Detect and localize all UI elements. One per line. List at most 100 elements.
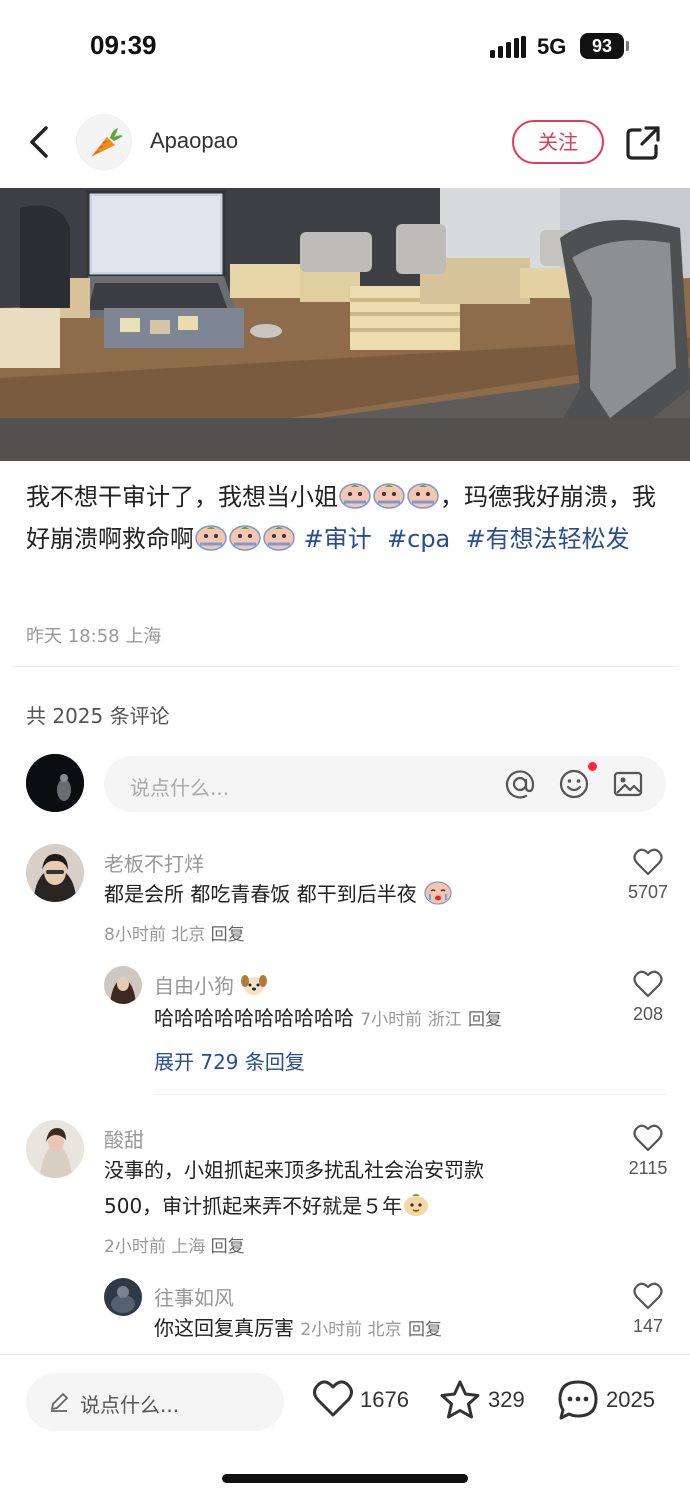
comment-body-line: 500，审计抓起来弄不好就是５年 (104, 1188, 484, 1224)
hashtag-link[interactable]: 轻松发 (558, 525, 630, 553)
my-avatar[interactable] (26, 754, 84, 812)
post-photo[interactable] (0, 188, 690, 461)
dog-face-icon (241, 975, 268, 995)
comment-input[interactable]: 说点什么... (104, 756, 666, 812)
divider (12, 666, 678, 667)
heart-icon (313, 1380, 353, 1417)
pen-icon (51, 1393, 68, 1412)
status-bar: 09:39 5G 93 (0, 0, 690, 96)
emoji-icon[interactable] (558, 768, 590, 800)
commenter-name[interactable]: 老板不打烊 (104, 848, 204, 877)
reply-button[interactable]: 回复 (408, 1320, 442, 1340)
heart-icon[interactable] (633, 970, 663, 998)
comment-like[interactable]: 147 (618, 1282, 678, 1337)
author-name[interactable]: Apaopao (150, 128, 238, 154)
signal-icon (490, 36, 526, 58)
share-icon[interactable] (624, 122, 664, 162)
reply-button[interactable]: 回复 (468, 1010, 502, 1030)
bottom-input-placeholder: 说点什么... (80, 1393, 180, 1417)
avatar-image (104, 966, 142, 1004)
comment-body: 都是会所 都吃青春饭 都干到后半夜 (104, 882, 417, 906)
comment-text: 都是会所 都吃青春饭 都干到后半夜 (104, 876, 453, 912)
smirk-face-icon (404, 1194, 429, 1216)
comment-body-line-text: 500，审计抓起来弄不好就是５年 (104, 1194, 403, 1218)
commenter-name[interactable]: 自由小狗 (154, 970, 268, 999)
hashtag-link[interactable]: #审计 (304, 525, 372, 553)
office-photo-image (0, 188, 690, 461)
comment-time-location: 2小时前 上海 (104, 1237, 206, 1257)
carrot-icon (91, 128, 123, 157)
author-avatar[interactable] (76, 114, 132, 170)
commenter-avatar[interactable] (26, 1120, 84, 1178)
hashtag-link[interactable]: #cpa (387, 525, 450, 553)
at-mention-icon[interactable] (504, 768, 536, 800)
commenter-avatar[interactable] (104, 966, 142, 1004)
like-count: 2115 (628, 1158, 668, 1178)
crying-emoji-icon (263, 525, 295, 551)
battery-tip (626, 41, 629, 51)
comment-meta: 8小时前 北京 回复 (104, 920, 245, 945)
comment-time-location: 7小时前 浙江 (360, 1010, 462, 1030)
notification-dot (588, 762, 597, 771)
divider (154, 1094, 666, 1095)
reply-button[interactable]: 回复 (211, 1237, 245, 1257)
heart-icon[interactable] (633, 848, 663, 876)
comment-like[interactable]: 2115 (618, 1124, 678, 1179)
back-icon[interactable] (22, 118, 58, 166)
network-type: 5G (537, 34, 567, 59)
commenter-avatar[interactable] (104, 1278, 142, 1316)
bottom-comment-input[interactable]: 说点什么... (26, 1373, 284, 1431)
comment-body: 哈哈哈哈哈哈哈哈哈哈 (154, 1006, 354, 1030)
post-header: Apaopao 关注 (0, 96, 690, 188)
expand-replies-link[interactable]: 展开 729 条回复 (154, 1046, 305, 1075)
home-indicator (222, 1474, 468, 1483)
like-total: 1676 (360, 1387, 409, 1412)
comment-text: 没事的，小姐抓起来顶多扰乱社会治安罚款 500，审计抓起来弄不好就是５年 (104, 1152, 484, 1224)
comment-meta: 2小时前 上海 回复 (104, 1232, 245, 1257)
like-count: 147 (632, 1316, 664, 1336)
favorite-button[interactable]: 329 (438, 1377, 534, 1425)
comment-text: 你这回复真厉害 2小时前 北京 回复 (154, 1310, 442, 1348)
heart-icon[interactable] (633, 1282, 663, 1310)
crying-emoji-icon (339, 483, 371, 509)
crying-emoji-icon (229, 525, 261, 551)
status-time: 09:39 (90, 30, 157, 60)
comment-like[interactable]: 208 (618, 970, 678, 1025)
like-count: 5707 (627, 882, 669, 902)
heart-icon[interactable] (633, 1124, 663, 1152)
reply-button[interactable]: 回复 (211, 925, 245, 945)
like-count: 208 (632, 1004, 664, 1024)
image-icon[interactable] (612, 768, 644, 800)
commenter-name[interactable]: 酸甜 (104, 1124, 144, 1153)
comment-total: 2025 (606, 1387, 655, 1412)
commenter-avatar[interactable] (26, 844, 84, 902)
avatar-image (26, 754, 84, 812)
follow-button[interactable]: 关注 (512, 120, 604, 164)
favorite-total: 329 (488, 1387, 525, 1412)
comment-text: 哈哈哈哈哈哈哈哈哈哈 7小时前 浙江 回复 (154, 1000, 502, 1038)
post-body: 我不想干审计了，我想当小姐 ，玛德我好崩溃，我好崩溃啊救命啊 #审计 #cpa #… (26, 476, 666, 560)
hashtag-link[interactable]: #有想法 (466, 525, 558, 553)
comment-time-location: 8小时前 北京 (104, 925, 206, 945)
commenter-name[interactable]: 往事如风 (154, 1282, 234, 1311)
comment-like[interactable]: 5707 (618, 848, 678, 903)
star-icon (440, 1380, 480, 1419)
crying-emoji-icon (195, 525, 227, 551)
crying-emoji-icon (407, 483, 439, 509)
comment-count: 共 2025 条评论 (26, 704, 170, 728)
like-button[interactable]: 1676 (312, 1377, 416, 1425)
comment-body: 你这回复真厉害 (154, 1316, 294, 1340)
comment-input-placeholder: 说点什么... (130, 776, 230, 800)
comment-button[interactable]: 2025 (556, 1377, 666, 1425)
comment-bubble-icon (558, 1380, 598, 1420)
crying-face-icon (424, 881, 452, 905)
commenter-name-text: 自由小狗 (154, 974, 234, 998)
avatar-image (26, 844, 84, 902)
avatar-image (26, 1120, 84, 1178)
battery-icon: 93 (580, 33, 624, 59)
post-text-part1: 我不想干审计了，我想当小姐 (26, 483, 338, 511)
comment-body-line: 没事的，小姐抓起来顶多扰乱社会治安罚款 (104, 1158, 484, 1182)
avatar-image (104, 1278, 142, 1316)
crying-emoji-icon (373, 483, 405, 509)
comment-time-location: 2小时前 北京 (300, 1320, 402, 1340)
